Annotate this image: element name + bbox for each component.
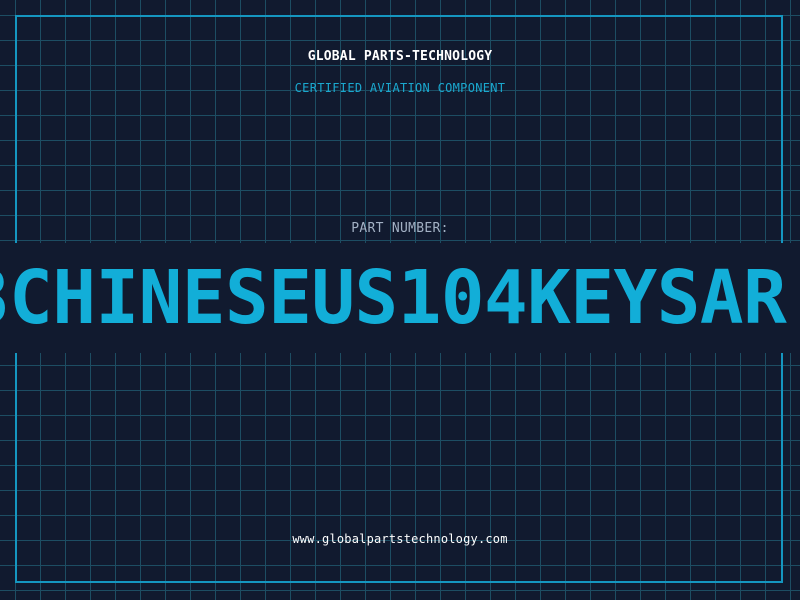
website-url: www.globalpartstechnology.com — [292, 532, 508, 546]
certification-tagline: CERTIFIED AVIATION COMPONENT — [294, 81, 506, 95]
company-name: GLOBAL PARTS-TECHNOLOGY — [307, 49, 493, 64]
part-number-band: 3CHINESEUS104KEYSAR — [0, 243, 800, 353]
part-number-value: 3CHINESEUS104KEYSAR — [0, 255, 787, 341]
part-number-label: PART NUMBER: — [351, 221, 449, 236]
